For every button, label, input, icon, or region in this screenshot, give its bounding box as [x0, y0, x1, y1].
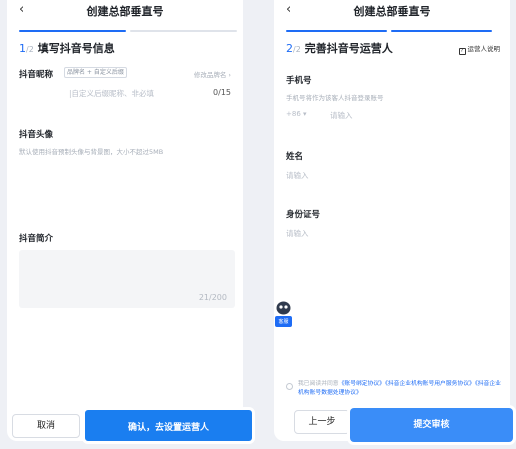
prev-step-button[interactable]: 上一步	[294, 410, 350, 434]
progress-step-2	[391, 30, 492, 32]
customer-service-label: 客服	[278, 319, 289, 325]
step-heading: 1/2 填写抖音号信息	[19, 40, 115, 56]
nickname-label: 抖音昵称	[19, 70, 54, 80]
nickname-count: 0/15	[213, 88, 231, 97]
step-title: 完善抖音号运营人	[304, 42, 393, 55]
bio-count: 21/200	[198, 293, 227, 302]
progress-step-1	[19, 30, 126, 32]
agreement-checkbox[interactable]	[286, 383, 293, 390]
info-icon: ?	[458, 48, 466, 55]
rename-brand-link[interactable]: 修改品牌名 ›	[194, 69, 231, 79]
cancel-button[interactable]: 取消	[12, 414, 80, 438]
progress-step-1	[286, 30, 387, 32]
idcard-input[interactable]: 请输入	[286, 228, 309, 239]
confirm-set-operator-button[interactable]: 确认，去设置运营人	[82, 407, 255, 444]
nav-bar: ‹ 创建总部垂直号	[7, 0, 243, 22]
page-title: 创建总部垂直号	[353, 5, 431, 18]
step-title: 填写抖音号信息	[37, 42, 115, 55]
name-input[interactable]: 请输入	[286, 170, 309, 181]
submit-review-button[interactable]: 提交审核	[350, 408, 513, 442]
step-total: /2	[26, 45, 34, 54]
operator-guide-link[interactable]: ? 运营人说明	[458, 43, 501, 55]
step-total: /2	[293, 45, 301, 54]
binding-agreement-link[interactable]: 《账号绑定协议》	[339, 381, 385, 387]
avatar-hint: 默认使用抖音预制头像与背景图，大小不超过5MB	[19, 148, 164, 156]
idcard-label: 身份证号	[286, 210, 321, 220]
progress-step-2	[130, 30, 237, 32]
step-current: 2	[286, 42, 293, 55]
avatar-label: 抖音头像	[19, 130, 54, 140]
step-heading: 2/2 完善抖音号运营人	[286, 40, 393, 56]
agreement-block: 我已阅读并同意《账号绑定协议》《抖音企业机构账号用户服务协议》《抖音企业机构账号…	[286, 380, 502, 397]
nickname-input[interactable]: |自定义后缀昵称、非必填	[69, 88, 154, 99]
name-label: 姓名	[286, 152, 304, 162]
customer-service-widget[interactable]: 客服	[274, 300, 293, 328]
bio-textarea[interactable]: 21/200	[19, 250, 235, 308]
phone-hint: 手机号将作为该客人抖音登录账号	[286, 94, 384, 102]
service-agreement-link[interactable]: 《抖音企业机构账号用户服务协议》	[385, 381, 475, 387]
phone-input[interactable]: 请输入	[330, 110, 353, 121]
nav-bar: ‹ 创建总部垂直号	[274, 0, 510, 22]
page-title: 创建总部垂直号	[86, 5, 164, 18]
step-current: 1	[19, 42, 26, 55]
nickname-tag: 品牌名 + 自定义后缀	[64, 67, 127, 78]
operator-guide-label: 运营人说明	[467, 45, 501, 53]
agreement-prefix: 我已阅读并同意	[298, 381, 339, 387]
step1-panel: ‹ 创建总部垂直号 1/2 填写抖音号信息 抖音昵称 品牌名 + 自定义后缀 修改…	[7, 0, 243, 441]
phone-label: 手机号	[286, 76, 312, 86]
step2-panel: ‹ 创建总部垂直号 2/2 完善抖音号运营人 ? 运营人说明 手机号 手机号将作为该…	[274, 0, 510, 441]
country-code-select[interactable]: +86 ▾	[286, 110, 307, 118]
bio-label: 抖音简介	[19, 234, 54, 244]
